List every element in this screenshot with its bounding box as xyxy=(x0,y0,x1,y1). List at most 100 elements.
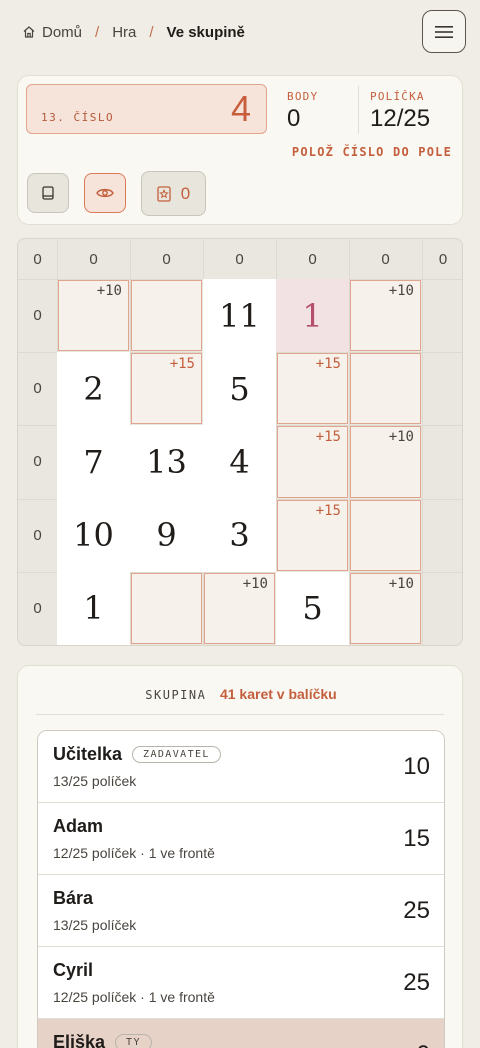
player-score: 0 xyxy=(417,1041,430,1048)
breadcrumb-home[interactable]: Domů xyxy=(42,24,82,41)
cell-bonus-label: +15 xyxy=(315,429,341,446)
player-name: Bára xyxy=(53,888,93,909)
board-cell-filled: 10 xyxy=(57,498,130,572)
player-progress: 13/25 políček xyxy=(53,773,137,789)
board-corner-header: 0 xyxy=(33,250,42,268)
menu-button[interactable] xyxy=(422,10,466,53)
player-name: Eliška TY xyxy=(53,1032,152,1048)
status-card: 13. ČÍSLO 4 BODY 0 POLÍČKA 12/25 POLOŽ Č… xyxy=(17,75,463,225)
column-sum-header: 0 xyxy=(89,250,98,268)
cell-value: 5 xyxy=(302,589,323,628)
cell-value: 3 xyxy=(229,516,250,555)
board-cell-filled: 7 xyxy=(57,425,130,499)
player-progress: 12/25 políček · 1 ve frontě xyxy=(53,989,215,1005)
group-header: SKUPINA 41 karet v balíčku xyxy=(18,686,464,702)
board-cell-empty[interactable] xyxy=(350,353,421,425)
home-icon[interactable] xyxy=(22,25,36,39)
current-number-label: 13. ČÍSLO xyxy=(41,111,115,124)
row-sum-header: 0 xyxy=(33,380,42,398)
rules-button[interactable] xyxy=(27,173,69,213)
player-name: Učitelka ZADAVATEL xyxy=(53,744,221,765)
cell-value: 1 xyxy=(302,296,323,335)
player-name: Adam xyxy=(53,816,103,837)
points-label: BODY xyxy=(287,90,319,103)
visibility-toggle-button[interactable] xyxy=(84,173,126,213)
board-cell-empty[interactable]: +15 xyxy=(277,353,348,425)
board-cell-empty[interactable]: +10 xyxy=(58,280,129,352)
cell-bonus-label: +10 xyxy=(388,575,414,592)
board-cell-empty[interactable] xyxy=(131,572,202,644)
group-title: SKUPINA xyxy=(145,688,207,702)
board-cell-filled: 3 xyxy=(203,498,276,572)
board-cell-empty[interactable]: +10 xyxy=(350,572,421,644)
player-score: 15 xyxy=(403,825,430,852)
board-cell-empty[interactable]: +15 xyxy=(131,353,202,425)
player-row: Adam 12/25 políček · 1 ve frontě 15 xyxy=(38,803,444,875)
board-cell-filled: 13 xyxy=(130,425,203,499)
star-cards-button[interactable]: 0 xyxy=(141,171,206,216)
cell-value: 5 xyxy=(229,369,250,408)
cell-bonus-label: +15 xyxy=(315,502,341,519)
cell-value: 4 xyxy=(229,442,250,481)
book-icon xyxy=(42,186,54,200)
board-cell-filled: 5 xyxy=(203,352,276,426)
breadcrumb-separator: / xyxy=(95,23,100,41)
player-name-text: Eliška xyxy=(53,1032,106,1048)
board-cell-empty[interactable] xyxy=(131,280,202,352)
group-divider xyxy=(36,714,444,715)
cells-value: 12/25 xyxy=(370,105,431,132)
cell-value: 1 xyxy=(83,589,104,628)
game-board: 0 0 0 0 0 0 0 0 +10 11 1 +10 0 2 +15 5 +15 0 7 13 4 +15 +10 0 10… xyxy=(17,238,463,646)
hamburger-menu-icon xyxy=(435,25,453,38)
stat-divider xyxy=(358,86,359,134)
board-cell-filled: 11 xyxy=(203,279,276,353)
player-row: Eliška TY 0 xyxy=(38,1019,444,1048)
cells-label: POLÍČKA xyxy=(370,90,425,103)
player-row: Učitelka ZADAVATEL 13/25 políček 10 xyxy=(38,731,444,803)
board-cell-empty[interactable]: +15 xyxy=(277,499,348,571)
player-name-text: Cyril xyxy=(53,960,94,980)
player-name-text: Bára xyxy=(53,888,94,908)
player-row: Cyril 12/25 políček · 1 ve frontě 25 xyxy=(38,947,444,1019)
column-sum-header: 0 xyxy=(438,250,448,268)
breadcrumb: Domů / Hra / Ve skupině xyxy=(22,20,245,44)
cell-value: 9 xyxy=(156,516,177,555)
breadcrumb-game[interactable]: Hra xyxy=(112,24,136,41)
instruction-hint: POLOŽ ČÍSLO DO POLE xyxy=(291,145,452,159)
cell-bonus-label: +15 xyxy=(169,356,195,373)
breadcrumb-current: Ve skupině xyxy=(166,23,245,41)
player-role-badge: ZADAVATEL xyxy=(132,746,221,763)
cell-bonus-label: +10 xyxy=(242,575,268,592)
board-cell-empty[interactable] xyxy=(350,499,421,571)
cell-bonus-label: +15 xyxy=(315,356,341,373)
cell-bonus-label: +10 xyxy=(388,429,414,446)
row-sum-header: 0 xyxy=(33,453,42,471)
board-cell-empty[interactable]: +10 xyxy=(204,572,275,644)
board-cell-filled: 1 xyxy=(276,279,349,353)
grid-line xyxy=(422,239,423,645)
grid-line xyxy=(18,645,463,646)
column-sum-header: 0 xyxy=(162,250,171,268)
player-score: 25 xyxy=(403,897,430,924)
player-role-badge: TY xyxy=(115,1034,152,1048)
current-number-box: 13. ČÍSLO 4 xyxy=(26,84,267,134)
points-stat: BODY 0 xyxy=(287,90,318,133)
board-cell-empty[interactable]: +15 xyxy=(277,426,348,498)
cell-value: 10 xyxy=(73,516,114,555)
cell-value: 11 xyxy=(219,296,260,335)
star-cards-count: 0 xyxy=(180,183,191,203)
board-cell-filled: 9 xyxy=(130,498,203,572)
group-panel: SKUPINA 41 karet v balíčku Učitelka ZADAV… xyxy=(17,665,463,1048)
board-cell-filled: 4 xyxy=(203,425,276,499)
row-sum-header: 0 xyxy=(33,599,42,617)
cell-value: 2 xyxy=(83,369,104,408)
board-cell-empty[interactable]: +10 xyxy=(350,426,421,498)
board-cell-empty[interactable]: +10 xyxy=(350,280,421,352)
board-cell-filled: 2 xyxy=(57,352,130,426)
star-card-icon xyxy=(157,185,171,202)
board-cell-filled: 1 xyxy=(57,571,130,645)
player-name: Cyril xyxy=(53,960,93,981)
cell-bonus-label: +10 xyxy=(388,283,414,299)
current-number-value: 4 xyxy=(230,88,251,129)
cells-stat: POLÍČKA 12/25 xyxy=(370,90,430,133)
